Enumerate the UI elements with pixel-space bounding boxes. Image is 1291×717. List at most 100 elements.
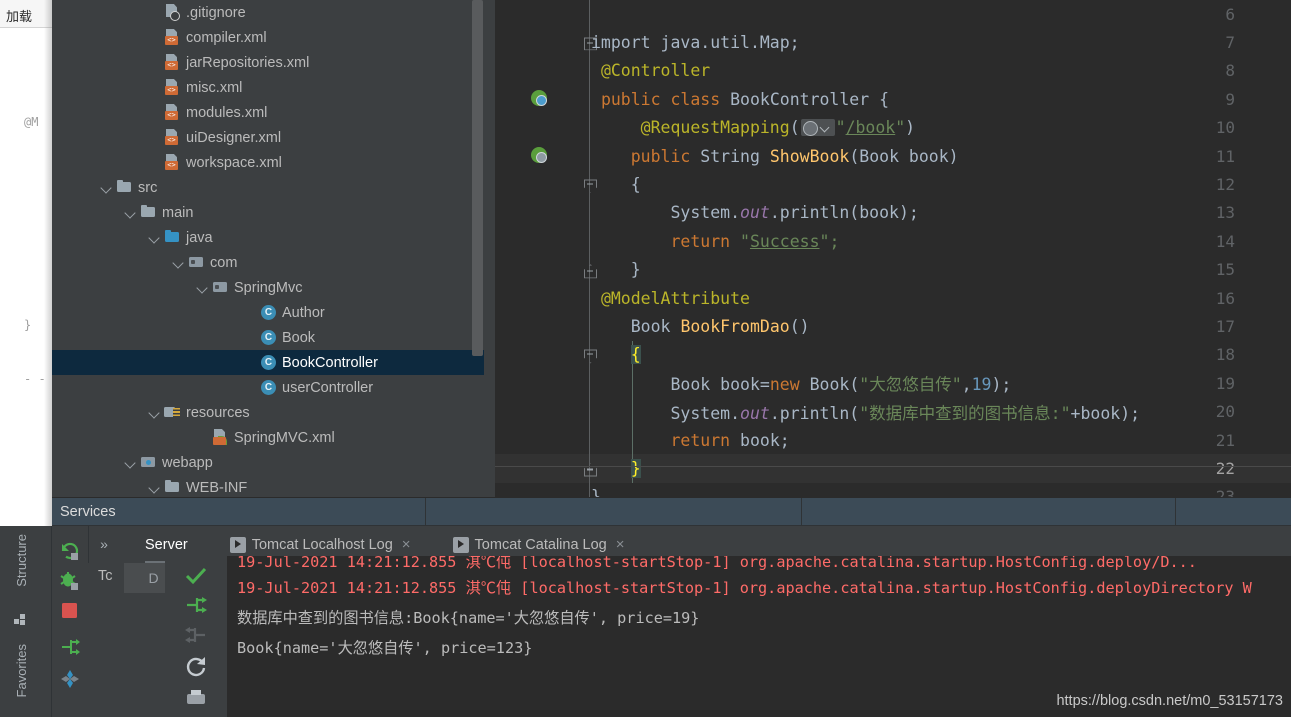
tree-item-bookcontroller[interactable]: BookController <box>52 350 484 375</box>
tree-item-author[interactable]: Author <box>52 300 484 325</box>
code-line[interactable]: 19 Book book=new Book("大忽悠自传",19); <box>495 369 1291 398</box>
package-icon <box>188 254 205 271</box>
globe-icon[interactable] <box>800 119 835 137</box>
code-line[interactable]: 6 <box>495 0 1291 29</box>
background-code-fragment-2: } <box>24 318 32 332</box>
package-icon <box>212 279 229 296</box>
code-token: "数据库中查到的图书信息:" <box>859 403 1071 423</box>
tree-item-misc-xml[interactable]: misc.xml <box>52 75 484 100</box>
tree-item-springmvc-xml[interactable]: SpringMVC.xml <box>52 425 484 450</box>
run-tab-icon <box>452 536 469 553</box>
code-text: } <box>591 483 601 497</box>
project-tree-panel[interactable]: .gitignore compiler.xml jarRepositories.xm… <box>52 0 484 497</box>
code-line[interactable]: 15 } <box>495 255 1291 284</box>
code-token: " <box>740 231 750 251</box>
tree-item-book[interactable]: Book <box>52 325 484 350</box>
web-bean-icon[interactable] <box>531 90 549 108</box>
chevron-down-icon[interactable] <box>124 456 137 469</box>
java-class-icon <box>260 329 277 346</box>
tree-item-resources[interactable]: resources <box>52 400 484 425</box>
close-icon[interactable]: × <box>616 537 625 552</box>
rerun-icon[interactable] <box>59 540 81 562</box>
tree-item-src[interactable]: src <box>52 175 484 200</box>
chevron-down-icon[interactable] <box>148 406 161 419</box>
code-line[interactable]: 12 { <box>495 170 1291 199</box>
application-window: 加载 @M } - - .gitignore compiler.xml jarRep… <box>0 0 1291 717</box>
code-token: @Controller <box>600 61 711 81</box>
checkmark-icon[interactable] <box>183 563 209 589</box>
tree-item-label: com <box>210 254 238 271</box>
tree-item-java[interactable]: java <box>52 225 484 250</box>
code-line[interactable]: 20 System.out.println("数据库中查到的图书信息:"+boo… <box>495 397 1291 426</box>
tree-item-label: java <box>186 229 213 246</box>
tree-item-compiler-xml[interactable]: compiler.xml <box>52 25 484 50</box>
settings-icon[interactable] <box>59 668 81 690</box>
tree-item-uidesigner-xml[interactable]: uiDesigner.xml <box>52 125 484 150</box>
watermark-url: https://blog.csdn.net/m0_53157173 <box>1056 693 1283 709</box>
web-map-icon[interactable] <box>531 147 549 165</box>
line-number: 19 <box>1215 373 1235 393</box>
debug-icon[interactable] <box>59 570 81 592</box>
code-line[interactable]: 16 @ModelAttribute <box>495 283 1291 313</box>
tree-item-label: SpringMVC.xml <box>234 429 335 446</box>
close-icon[interactable]: × <box>402 537 411 552</box>
print-icon[interactable] <box>183 686 209 712</box>
chevron-down-icon[interactable] <box>196 281 209 294</box>
services-header-bar[interactable]: Services <box>52 497 1291 527</box>
xml-file-icon <box>164 29 181 46</box>
dropdown-value: D <box>148 570 159 586</box>
chevron-down-icon[interactable] <box>148 231 161 244</box>
rerun-circle-icon[interactable] <box>183 654 209 680</box>
code-line[interactable]: 18 { <box>495 340 1291 370</box>
code-line[interactable]: 14 return "Success"; <box>495 227 1291 256</box>
tree-item-com[interactable]: com <box>52 250 484 275</box>
expand-arrows-icon[interactable] <box>183 592 209 618</box>
chevron-down-icon[interactable] <box>172 256 185 269</box>
ide-main: .gitignore compiler.xml jarRepositories.xm… <box>0 0 1291 717</box>
code-line[interactable]: 22 } <box>495 454 1291 483</box>
code-line[interactable]: 10 @RequestMapping("/book") <box>495 113 1291 142</box>
code-line[interactable]: 8 @Controller <box>495 56 1291 86</box>
code-token: } <box>591 260 641 280</box>
expand-tabs-button[interactable]: » <box>93 534 115 554</box>
project-tree-scrollbar[interactable] <box>472 0 483 356</box>
sidebar-item-structure[interactable]: Structure <box>14 534 36 587</box>
code-line[interactable]: 17 Book BookFromDao() <box>495 312 1291 341</box>
stop-icon[interactable] <box>59 600 81 622</box>
background-window-tab-label: 加载 <box>6 9 33 24</box>
code-line[interactable]: 11 public String ShowBook(Book book) <box>495 141 1291 171</box>
code-line[interactable]: 23} <box>495 482 1291 497</box>
tree-item-usercontroller[interactable]: userController <box>52 375 484 400</box>
code-token: { <box>869 89 890 109</box>
tree-item--gitignore[interactable]: .gitignore <box>52 0 484 25</box>
collapse-arrows-icon[interactable] <box>183 622 209 648</box>
code-editor[interactable]: 6 7 import java.util.Map; 8 @Controller 9 pu… <box>495 0 1291 497</box>
tab-label: Tomcat Localhost Log <box>251 536 393 553</box>
tree-item-main[interactable]: main <box>52 200 484 225</box>
code-token: BookController <box>730 89 870 109</box>
tree-item-webapp[interactable]: webapp <box>52 450 484 475</box>
code-line[interactable]: 21 return book; <box>495 425 1291 455</box>
chevron-down-icon[interactable] <box>124 206 137 219</box>
code-line[interactable]: 13 System.out.println(book); <box>495 198 1291 228</box>
sidebar-item-favorites[interactable]: Favorites <box>14 644 36 697</box>
tree-item-springmvc[interactable]: SpringMvc <box>52 275 484 300</box>
code-line[interactable]: 9 public class BookController { <box>495 85 1291 114</box>
expand-all-icon[interactable] <box>59 636 81 658</box>
line-number: 15 <box>1215 260 1235 280</box>
tree-item-web-inf[interactable]: WEB-INF <box>52 475 484 497</box>
chevron-down-icon[interactable] <box>148 481 161 494</box>
chevron-down-icon[interactable] <box>100 181 113 194</box>
gitignore-icon <box>164 4 181 21</box>
tree-item-jarrepositories-xml[interactable]: jarRepositories.xml <box>52 50 484 75</box>
tree-item-workspace-xml[interactable]: workspace.xml <box>52 150 484 175</box>
tree-item-modules-xml[interactable]: modules.xml <box>52 100 484 125</box>
code-line[interactable]: 7 import java.util.Map; <box>495 28 1291 57</box>
console-output[interactable]: 19-Jul-2021 14:21:12.855 淇℃伅 [localhost-… <box>227 556 1291 717</box>
code-token: " <box>835 118 846 138</box>
